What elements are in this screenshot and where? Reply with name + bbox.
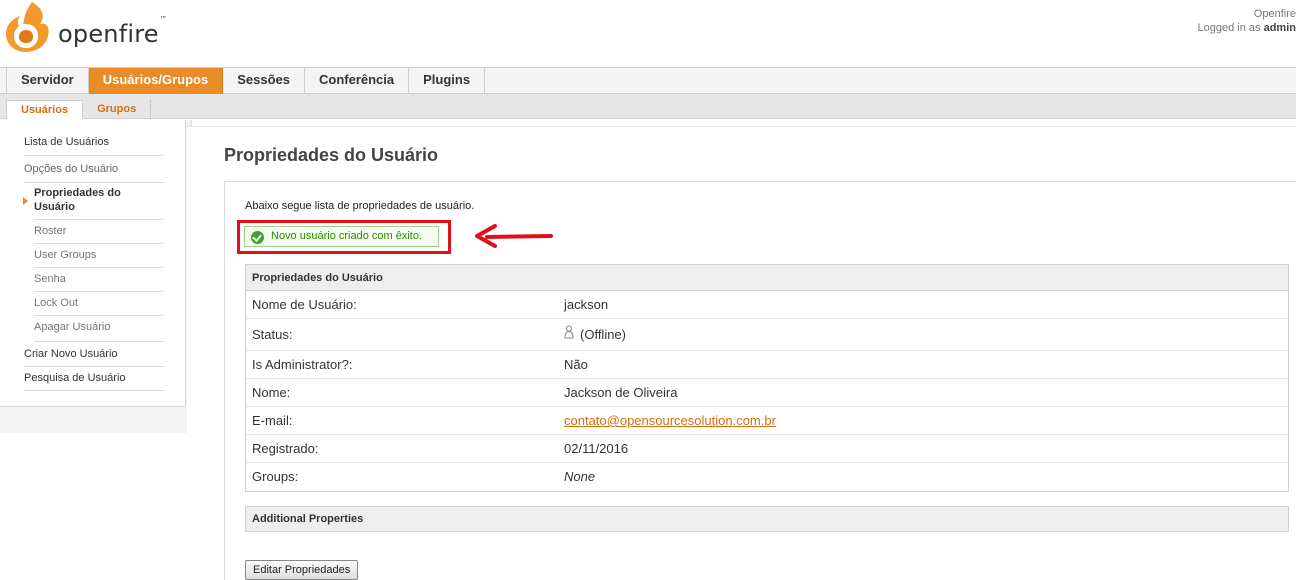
row-label-groups: Groups:: [252, 469, 299, 484]
table-row: Is Administrator?: Não: [246, 351, 1288, 379]
header: openfire™ Openfire Logged in as admin: [0, 0, 1296, 67]
openfire-logo[interactable]: openfire™: [2, 0, 167, 56]
flame-icon: [6, 2, 49, 52]
row-label-registered: Registrado:: [252, 441, 319, 456]
tab-plugins[interactable]: Plugins: [409, 68, 486, 94]
row-value-status-container: (Offline): [564, 319, 626, 351]
edit-properties-button[interactable]: Editar Propriedades: [245, 560, 359, 580]
row-value-name: Jackson de Oliveira: [564, 385, 678, 400]
tab-sessoes[interactable]: Sessões: [223, 68, 305, 94]
logged-in-user[interactable]: admin: [1264, 22, 1296, 34]
row-label-status: Status:: [252, 327, 293, 342]
table-row: Nome: Jackson de Oliveira: [246, 379, 1288, 407]
sidebar-item-user-groups[interactable]: User Groups: [34, 248, 164, 268]
row-value-registered: 02/11/2016: [564, 441, 629, 456]
success-message: Novo usuário criado com êxito.: [244, 226, 439, 247]
table-header: Propriedades do Usuário: [246, 265, 1288, 291]
sidebar-item-properties[interactable]: Propriedades do Usuário: [34, 186, 164, 220]
logo-text: openfire™: [58, 15, 167, 48]
subtab-grupos[interactable]: Grupos: [83, 100, 152, 119]
sidebar-item-create-user[interactable]: Criar Novo Usuário: [24, 347, 164, 367]
table-row: Groups: None: [246, 463, 1288, 491]
additional-properties-header: Additional Properties: [245, 506, 1289, 532]
table-row: Status: (Offline): [246, 319, 1288, 351]
table-row: Registrado: 02/11/2016: [246, 435, 1288, 463]
offline-user-icon: [564, 324, 574, 339]
row-label-email: E-mail:: [252, 413, 293, 428]
sidebar-item-roster[interactable]: Roster: [34, 224, 164, 244]
row-value-groups: None: [564, 469, 596, 484]
row-value-username: jackson: [564, 297, 609, 312]
tab-conferencia[interactable]: Conferência: [305, 68, 410, 94]
main-nav: Servidor Usuários/Grupos Sessões Conferê…: [0, 67, 1296, 94]
subtab-usuarios[interactable]: Usuários: [6, 100, 84, 119]
row-value-email-cell: contato@opensourcesolution.com.br: [564, 407, 776, 435]
sidebar-item-list-users[interactable]: Lista de Usuários: [24, 134, 164, 156]
intro-text: Abaixo segue lista de propriedades de us…: [245, 200, 475, 212]
row-label-is-admin: Is Administrator?:: [252, 357, 353, 372]
sidebar-item-lock-out[interactable]: Lock Out: [34, 296, 164, 316]
sidebar-item-delete-user[interactable]: Apagar Usuário: [34, 320, 164, 342]
tab-usuarios-grupos[interactable]: Usuários/Grupos: [88, 68, 224, 94]
user-info: Openfire Logged in as admin: [1198, 7, 1296, 35]
sidebar-item-search-user[interactable]: Pesquisa de Usuário: [24, 371, 164, 391]
active-item-arrow-icon: [23, 197, 28, 205]
row-value-is-admin: Não: [564, 357, 588, 372]
success-check-icon: [251, 231, 264, 244]
app-name: Openfire: [1253, 8, 1296, 20]
annotation-arrow-icon: [475, 224, 553, 248]
user-properties-table: Propriedades do Usuário Nome de Usuário:…: [245, 264, 1289, 492]
sidebar-item-password[interactable]: Senha: [34, 272, 164, 292]
sub-nav: Usuários Grupos: [0, 94, 1296, 119]
sidebar-item-user-options[interactable]: Opções do Usuário: [24, 161, 164, 183]
row-label-username: Nome de Usuário:: [252, 297, 357, 312]
email-link[interactable]: contato@opensourcesolution.com.br: [564, 413, 776, 428]
row-value-groups-cell: None: [564, 463, 595, 491]
row-label-name: Nome:: [252, 385, 291, 400]
logged-in-text: Logged in as admin: [1197, 22, 1296, 34]
success-message-text: Novo usuário criado com êxito.: [271, 230, 423, 242]
tab-servidor[interactable]: Servidor: [6, 68, 89, 94]
page-title: Propriedades do Usuário: [224, 145, 439, 165]
row-value-status: (Offline): [580, 327, 626, 342]
table-row: Nome de Usuário: jackson: [246, 291, 1288, 319]
table-row: E-mail: contato@opensourcesolution.com.b…: [246, 407, 1288, 435]
